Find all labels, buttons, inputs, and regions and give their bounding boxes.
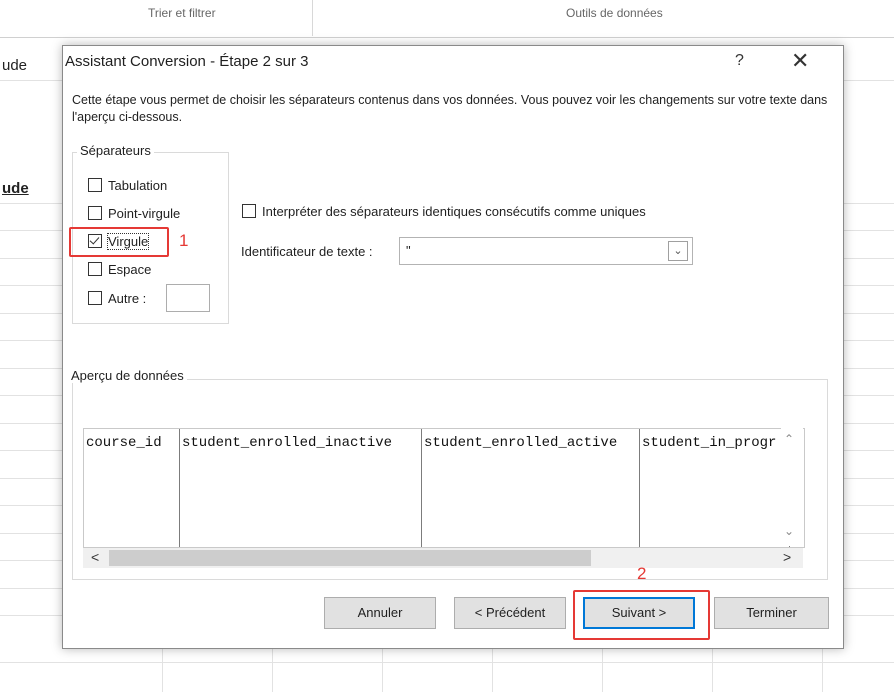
other-label: Autre : <box>108 290 147 306</box>
preview-column: student_enrolled_active <box>422 429 640 547</box>
cell-text: ude <box>2 57 28 74</box>
preview-column: student_enrolled_inactive <box>180 429 422 547</box>
checkbox-box[interactable] <box>242 204 256 218</box>
space-checkbox[interactable]: Espace <box>88 259 151 279</box>
consecutive-delimiters-label: Interpréter des séparateurs identiques c… <box>262 203 646 219</box>
next-button[interactable]: Suivant > <box>583 597 695 629</box>
other-separator-input[interactable] <box>166 284 210 312</box>
ribbon-group-sort-filter: Trier et filtrer <box>148 6 216 20</box>
annotation-number-1: 1 <box>179 231 189 250</box>
annotation-number-2: 2 <box>637 564 647 583</box>
preview-horizontal-scrollbar[interactable]: < > <box>83 548 803 568</box>
checkbox-box[interactable] <box>88 262 102 276</box>
preview-column: course_id <box>84 429 180 547</box>
text-qualifier-label: Identificateur de texte : <box>241 244 373 259</box>
space-label: Espace <box>108 261 152 277</box>
convert-text-wizard-dialog: Assistant Conversion - Étape 2 sur 3 ? ✕… <box>62 45 844 649</box>
checkbox-box[interactable] <box>88 206 102 220</box>
scroll-left-icon[interactable]: < <box>91 549 99 565</box>
data-preview-legend: Aperçu de données <box>68 368 187 383</box>
other-checkbox[interactable]: Autre : <box>88 288 146 308</box>
chevron-down-icon[interactable]: ⌄ <box>668 241 688 261</box>
semicolon-checkbox[interactable]: Point-virgule <box>88 203 180 223</box>
dialog-titlebar[interactable]: Assistant Conversion - Étape 2 sur 3 ? ✕ <box>63 46 843 80</box>
preview-column: student_in_progr <box>640 429 790 547</box>
scroll-right-icon[interactable]: > <box>783 549 791 565</box>
data-preview-grid[interactable]: course_id student_enrolled_inactive stud… <box>83 428 805 548</box>
previous-button[interactable]: < Précédent <box>454 597 566 629</box>
ribbon-border <box>0 37 894 38</box>
help-button[interactable]: ? <box>735 52 744 70</box>
ribbon-separator <box>312 0 313 36</box>
grid-line <box>0 662 894 663</box>
text-qualifier-select[interactable]: " ⌄ <box>399 237 693 265</box>
step-description: Cette étape vous permet de choisir les s… <box>72 93 828 124</box>
scroll-down-icon[interactable]: ⌄ <box>784 524 794 538</box>
scroll-up-icon[interactable]: ⌃ <box>784 432 794 446</box>
preview-vertical-scrollbar[interactable]: ⌃ ⌄ <box>781 428 803 546</box>
dialog-title: Assistant Conversion - Étape 2 sur 3 <box>65 53 309 70</box>
ribbon-group-data-tools: Outils de données <box>566 6 663 20</box>
consecutive-delimiters-checkbox[interactable]: Interpréter des séparateurs identiques c… <box>242 201 646 221</box>
tab-checkbox[interactable]: Tabulation <box>88 175 167 195</box>
checkbox-box[interactable] <box>88 291 102 305</box>
checkbox-box[interactable] <box>88 178 102 192</box>
text-qualifier-value: " <box>406 243 411 258</box>
semicolon-label: Point-virgule <box>108 205 181 221</box>
cancel-button[interactable]: Annuler <box>324 597 436 629</box>
cell-text: ude <box>2 180 29 197</box>
annotation-box-1 <box>69 227 169 257</box>
scroll-thumb[interactable] <box>109 550 591 566</box>
finish-button[interactable]: Terminer <box>714 597 829 629</box>
close-button[interactable]: ✕ <box>791 48 809 74</box>
tab-label: Tabulation <box>108 177 168 193</box>
separators-legend: Séparateurs <box>77 143 154 158</box>
